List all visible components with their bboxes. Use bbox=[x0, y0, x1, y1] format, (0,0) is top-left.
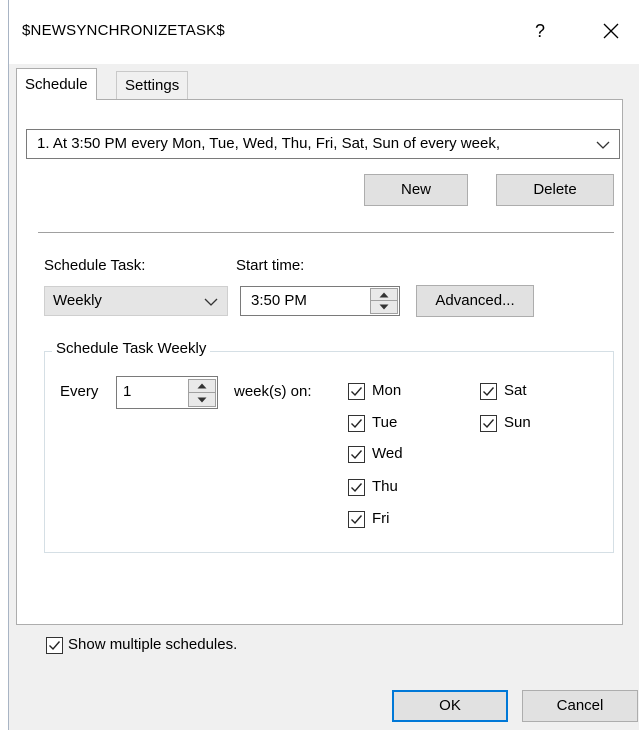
schedule-list-dropdown[interactable]: 1. At 3:50 PM every Mon, Tue, Wed, Thu, … bbox=[26, 129, 620, 159]
cancel-button-label: Cancel bbox=[556, 697, 604, 714]
checkmark-icon bbox=[351, 387, 363, 397]
tab-settings[interactable]: Settings bbox=[116, 71, 189, 100]
tab-settings-label: Settings bbox=[125, 77, 180, 94]
day-label: Fri bbox=[372, 510, 390, 527]
every-weeks-spinner[interactable] bbox=[188, 379, 216, 407]
start-time-label: Start time: bbox=[236, 257, 305, 274]
start-time-spinner[interactable] bbox=[370, 288, 398, 314]
close-icon bbox=[603, 23, 619, 39]
checkbox-box[interactable] bbox=[348, 479, 365, 496]
delete-button[interactable]: Delete bbox=[496, 174, 614, 206]
every-label: Every bbox=[60, 383, 99, 400]
spin-up-button[interactable] bbox=[371, 289, 397, 301]
spin-down-button[interactable] bbox=[189, 393, 215, 406]
checkmark-icon bbox=[483, 419, 495, 429]
tab-schedule[interactable]: Schedule bbox=[16, 68, 97, 100]
caret-down-icon bbox=[197, 397, 207, 402]
checkmark-icon bbox=[351, 515, 363, 525]
checkbox-box[interactable] bbox=[480, 415, 497, 432]
group-title: Schedule Task Weekly bbox=[52, 340, 211, 357]
every-weeks-value: 1 bbox=[123, 383, 132, 400]
checkmark-icon bbox=[351, 419, 363, 429]
question-mark-icon: ? bbox=[534, 21, 545, 41]
day-label: Thu bbox=[372, 478, 398, 495]
advanced-button[interactable]: Advanced... bbox=[416, 285, 534, 317]
close-button[interactable] bbox=[597, 18, 625, 44]
day-label: Sun bbox=[504, 414, 531, 431]
checkbox-box[interactable] bbox=[348, 383, 365, 400]
cancel-button[interactable]: Cancel bbox=[522, 690, 638, 722]
new-button[interactable]: New bbox=[364, 174, 468, 206]
checkmark-icon bbox=[483, 387, 495, 397]
caret-up-icon bbox=[197, 383, 207, 389]
schedule-task-dropdown[interactable]: Weekly bbox=[44, 286, 228, 316]
checkbox-box[interactable] bbox=[348, 446, 365, 463]
checkmark-icon bbox=[49, 641, 61, 651]
checkmark-icon bbox=[351, 450, 363, 460]
separator bbox=[38, 232, 614, 233]
checkbox-box[interactable] bbox=[480, 383, 497, 400]
checkbox-box[interactable] bbox=[348, 511, 365, 528]
ok-button-label: OK bbox=[439, 697, 461, 714]
day-label: Sat bbox=[504, 382, 527, 399]
start-time-value: 3:50 PM bbox=[251, 292, 307, 309]
chevron-down-icon bbox=[204, 298, 218, 306]
caret-up-icon bbox=[379, 292, 389, 297]
weeks-on-label: week(s) on: bbox=[234, 383, 312, 400]
help-button[interactable]: ? bbox=[528, 18, 552, 44]
advanced-button-label: Advanced... bbox=[435, 292, 515, 309]
checkbox-box[interactable] bbox=[46, 637, 63, 654]
caret-down-icon bbox=[379, 304, 389, 310]
day-label: Mon bbox=[372, 382, 402, 399]
window-title: $NEWSYNCHRONIZETASK$ bbox=[22, 22, 225, 39]
ok-button[interactable]: OK bbox=[392, 690, 508, 722]
spin-down-button[interactable] bbox=[371, 301, 397, 313]
spin-up-button[interactable] bbox=[189, 380, 215, 393]
day-label: Tue bbox=[372, 414, 398, 431]
show-multiple-schedules-label: Show multiple schedules. bbox=[68, 636, 238, 653]
schedule-list-value: 1. At 3:50 PM every Mon, Tue, Wed, Thu, … bbox=[37, 135, 500, 152]
chevron-down-icon bbox=[596, 141, 610, 149]
checkmark-icon bbox=[351, 483, 363, 493]
tab-schedule-label: Schedule bbox=[25, 76, 88, 93]
schedule-task-value: Weekly bbox=[53, 292, 102, 309]
new-button-label: New bbox=[400, 181, 431, 198]
delete-button-label: Delete bbox=[533, 181, 577, 198]
schedule-task-label: Schedule Task: bbox=[44, 257, 146, 274]
checkbox-box[interactable] bbox=[348, 415, 365, 432]
day-label: Wed bbox=[372, 445, 403, 462]
